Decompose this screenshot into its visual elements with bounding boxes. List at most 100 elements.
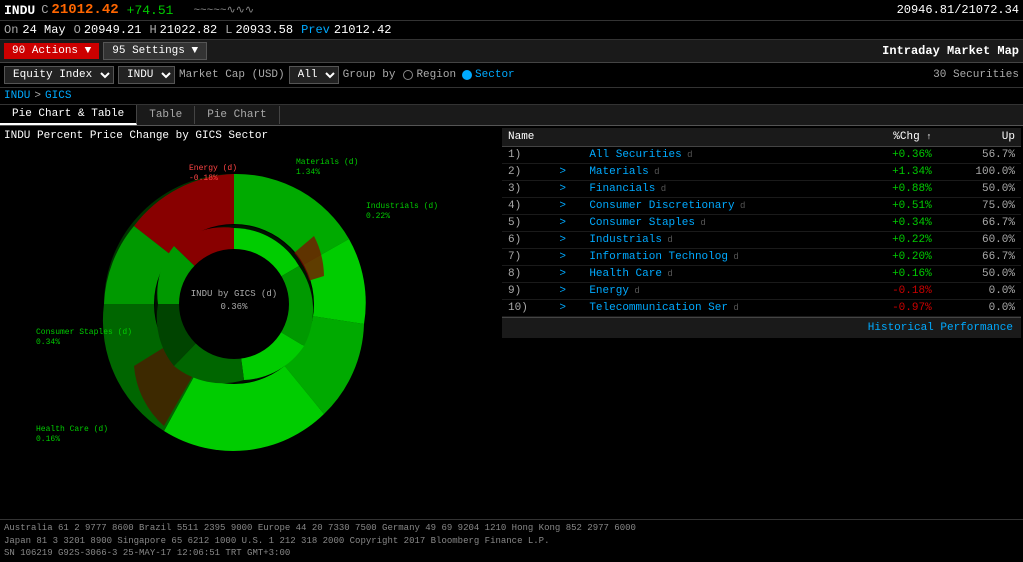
pie-container: INDU by GICS (d) 0.36% Energy (d) -0.18%… — [4, 146, 484, 456]
row-change-cell: +0.51% — [854, 198, 937, 215]
equity-index-select[interactable]: Equity Index — [4, 66, 114, 84]
c-label: C — [41, 3, 48, 17]
row-arrow-cell: > — [553, 164, 583, 181]
settings-num: 95 — [112, 45, 125, 57]
row-arrow-cell: > — [553, 266, 583, 283]
price-change: +74.51 — [127, 3, 174, 18]
filter-bar: Equity Index INDU Market Cap (USD) All G… — [0, 63, 1023, 88]
tab-table[interactable]: Table — [137, 106, 195, 124]
breadcrumb-gics[interactable]: GICS — [45, 90, 71, 102]
row-name-cell[interactable]: Financials d — [583, 181, 854, 198]
settings-label: Settings — [132, 45, 185, 57]
prev-label: Prev — [301, 23, 330, 37]
row-num-cell: 6) — [502, 232, 553, 249]
table-row[interactable]: 6)>Industrials d+0.22%60.0% — [502, 232, 1021, 249]
radio-group-sector[interactable]: Sector — [462, 69, 515, 81]
label-healthcare-val: 0.16% — [36, 435, 60, 444]
table-row[interactable]: 3)>Financials d+0.88%50.0% — [502, 181, 1021, 198]
price-range: 20946.81/21072.34 — [897, 3, 1019, 17]
actions-button[interactable]: 90 Actions ▼ — [4, 43, 99, 59]
row-d-text: d — [662, 235, 673, 245]
row-change-cell: -0.18% — [854, 283, 937, 300]
prev-price: 21012.42 — [334, 23, 392, 37]
row-name-cell[interactable]: Materials d — [583, 164, 854, 181]
col-name-label: Name — [508, 131, 534, 143]
row-arrow-cell — [553, 147, 583, 164]
footer: Australia 61 2 9777 8600 Brazil 5511 239… — [0, 519, 1023, 562]
high-price: 21022.82 — [160, 23, 218, 37]
row-up-cell: 50.0% — [938, 181, 1021, 198]
row-arrow-cell: > — [553, 181, 583, 198]
current-price: 21012.42 — [51, 2, 118, 18]
row-name-text: Health Care — [589, 268, 662, 280]
row-name-cell[interactable]: All Securities d — [583, 147, 854, 164]
second-bar: On 24 May O 20949.21 H 21022.82 L 20933.… — [0, 21, 1023, 40]
table-row[interactable]: 7)>Information Technolog d+0.20%66.7% — [502, 249, 1021, 266]
col-pct-label: %Chg — [893, 131, 919, 143]
row-name-cell[interactable]: Telecommunication Ser d — [583, 300, 854, 317]
table-row[interactable]: 1)All Securities d+0.36%56.7% — [502, 147, 1021, 164]
row-num-cell: 2) — [502, 164, 553, 181]
label-staples-title: Consumer Staples (d) — [36, 328, 132, 337]
historical-performance-bar[interactable]: Historical Performance — [502, 317, 1021, 338]
row-change-cell: +0.34% — [854, 215, 937, 232]
col-name[interactable]: Name — [502, 128, 854, 147]
row-num-cell: 8) — [502, 266, 553, 283]
breadcrumb-sep: > — [34, 90, 41, 102]
row-name-text: Financials — [589, 183, 655, 195]
table-row[interactable]: 4)>Consumer Discretionary d+0.51%75.0% — [502, 198, 1021, 215]
breadcrumb-indu[interactable]: INDU — [4, 90, 30, 102]
radio-group-region[interactable]: Region — [403, 69, 456, 81]
chart-area: INDU Percent Price Change by GICS Sector — [0, 126, 500, 519]
page-title: Intraday Market Map — [882, 44, 1019, 58]
label-energy-val: -0.18% — [189, 174, 218, 183]
row-name-text: Energy — [589, 285, 629, 297]
table-row[interactable]: 2)>Materials d+1.34%100.0% — [502, 164, 1021, 181]
row-num-cell: 3) — [502, 181, 553, 198]
table-row[interactable]: 9)>Energy d-0.18%0.0% — [502, 283, 1021, 300]
col-pct-chg[interactable]: %Chg ↑ — [854, 128, 937, 147]
footer-line3: SN 106219 G92S-3066-3 25-MAY-17 12:06:51… — [4, 547, 1019, 560]
market-cap-label: Market Cap (USD) — [179, 69, 285, 81]
row-change-cell: +0.16% — [854, 266, 937, 283]
col-up-label: Up — [1002, 131, 1015, 143]
sparkline: ~~~~~∿∿∿ — [193, 3, 254, 17]
row-name-text: Materials — [589, 166, 648, 178]
row-change-cell: +0.22% — [854, 232, 937, 249]
row-name-cell[interactable]: Health Care d — [583, 266, 854, 283]
row-up-cell: 56.7% — [938, 147, 1021, 164]
table-row[interactable]: 10)>Telecommunication Ser d-0.97%0.0% — [502, 300, 1021, 317]
tab-pie-chart[interactable]: Pie Chart — [195, 106, 279, 124]
row-name-cell[interactable]: Information Technolog d — [583, 249, 854, 266]
row-d-text: d — [728, 303, 739, 313]
securities-count: 30 Securities — [933, 69, 1019, 81]
tab-pie-chart-table[interactable]: Pie Chart & Table — [0, 105, 137, 125]
ticker-select[interactable]: INDU — [118, 66, 175, 84]
date: 24 May — [22, 23, 65, 37]
row-change-cell: +0.20% — [854, 249, 937, 266]
row-d-text: d — [735, 201, 746, 211]
row-d-text: d — [629, 286, 640, 296]
row-arrow-cell: > — [553, 283, 583, 300]
o-label: O — [74, 23, 81, 37]
row-up-cell: 50.0% — [938, 266, 1021, 283]
toolbar: 90 Actions ▼ 95 Settings ▼ Intraday Mark… — [0, 40, 1023, 63]
all-select[interactable]: All — [289, 66, 339, 84]
row-d-text: d — [655, 184, 666, 194]
row-change-cell: +1.34% — [854, 164, 937, 181]
row-up-cell: 66.7% — [938, 215, 1021, 232]
table-row[interactable]: 8)>Health Care d+0.16%50.0% — [502, 266, 1021, 283]
row-name-cell[interactable]: Consumer Staples d — [583, 215, 854, 232]
label-industrials-title: Industrials (d) — [366, 202, 438, 211]
row-name-cell[interactable]: Energy d — [583, 283, 854, 300]
breadcrumb: INDU > GICS — [0, 88, 1023, 105]
row-name-text: All Securities — [589, 149, 681, 161]
row-name-cell[interactable]: Industrials d — [583, 232, 854, 249]
col-up[interactable]: Up — [938, 128, 1021, 147]
settings-button[interactable]: 95 Settings ▼ — [103, 42, 207, 60]
table-row[interactable]: 5)>Consumer Staples d+0.34%66.7% — [502, 215, 1021, 232]
row-arrow-cell: > — [553, 232, 583, 249]
row-name-cell[interactable]: Consumer Discretionary d — [583, 198, 854, 215]
row-change-cell: -0.97% — [854, 300, 937, 317]
chart-title: INDU Percent Price Change by GICS Sector — [4, 130, 496, 142]
